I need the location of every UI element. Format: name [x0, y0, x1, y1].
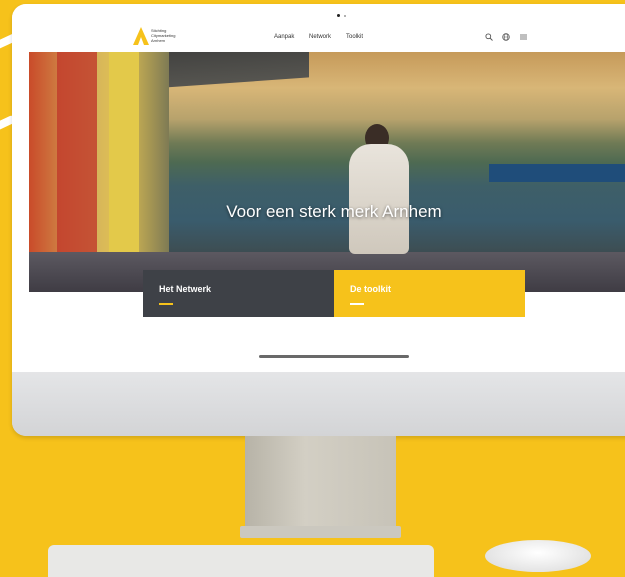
hero-title: Voor een sterk merk Arnhem — [226, 202, 442, 221]
graffiti-red — [57, 52, 97, 252]
graffiti-yellow — [109, 52, 139, 272]
logo-text[interactable]: Stichting Citymarketing Arnhem — [151, 28, 191, 43]
nav-item-aanpak[interactable]: Aanpak — [274, 34, 294, 40]
card-label: De toolkit — [350, 284, 392, 294]
camera-sensor — [344, 15, 346, 17]
card-label: Het Netwerk — [159, 284, 212, 294]
logo-line: Arnhem — [151, 38, 166, 43]
card-accent-bar — [159, 303, 173, 305]
monitor-chin — [12, 372, 625, 436]
nav-item-toolkit[interactable]: Toolkit — [346, 34, 363, 40]
stand-foot — [240, 526, 401, 538]
language-icon[interactable] — [502, 33, 510, 41]
card-accent-bar — [350, 303, 364, 305]
card-het-netwerk[interactable]: Het Netwerk — [143, 270, 334, 317]
mouse — [485, 540, 591, 572]
camera — [337, 14, 340, 17]
card-de-toolkit[interactable]: De toolkit — [334, 270, 525, 317]
site-header: Stichting Citymarketing Arnhem Aanpak Ne… — [29, 22, 625, 53]
screen-bezel: Stichting Citymarketing Arnhem Aanpak Ne… — [12, 4, 625, 372]
next-section-heading-cutoff — [259, 355, 409, 358]
person-sitting — [349, 144, 409, 254]
boat — [489, 164, 625, 182]
nav-item-network[interactable]: Network — [309, 34, 331, 40]
website-screen: Stichting Citymarketing Arnhem Aanpak Ne… — [29, 22, 625, 362]
menu-icon[interactable] — [520, 34, 527, 40]
logo-icon[interactable] — [133, 27, 149, 45]
monitor-stand — [245, 436, 396, 534]
search-icon[interactable] — [485, 33, 493, 41]
keyboard — [48, 545, 434, 577]
imac-monitor: Stichting Citymarketing Arnhem Aanpak Ne… — [12, 4, 625, 436]
hero-image: Voor een sterk merk Arnhem — [29, 52, 625, 292]
